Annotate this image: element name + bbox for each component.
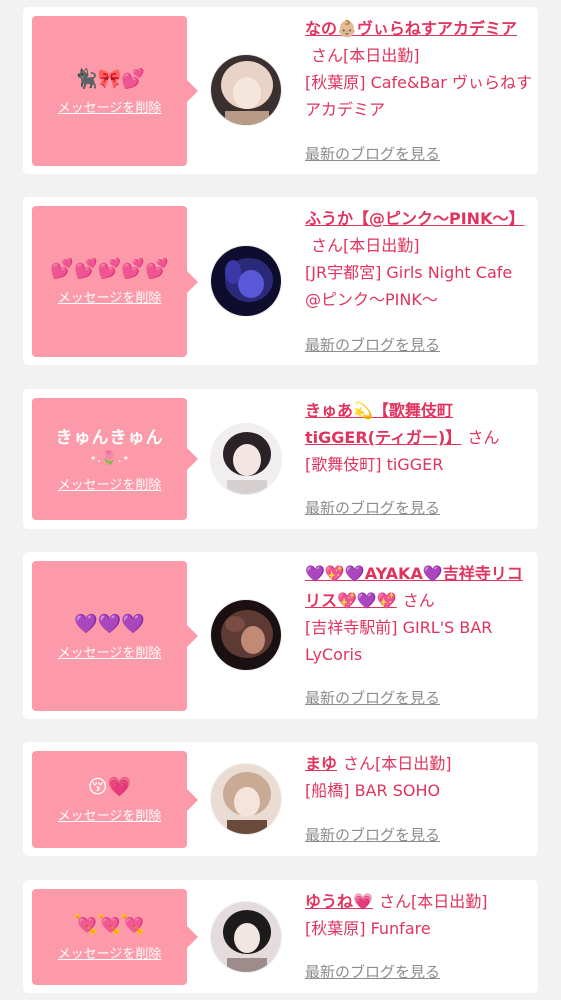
blog-link[interactable]: 最新のブログを見る bbox=[305, 334, 440, 355]
shop-name: [秋葉原] Cafe&Bar ヴぃらねすアカデミア bbox=[305, 73, 532, 119]
message-bubble: 🐈‍⬛🎀💕 メッセージを削除 bbox=[32, 16, 198, 166]
honorific: さん bbox=[378, 892, 411, 911]
blog-link[interactable]: 最新のブログを見る bbox=[305, 143, 440, 164]
avatar[interactable] bbox=[210, 901, 282, 973]
avatar-photo bbox=[211, 902, 281, 972]
message-decoration: ⋆.🌷.⋆ bbox=[89, 450, 130, 466]
blog-link[interactable]: 最新のブログを見る bbox=[305, 824, 440, 845]
honorific: さん bbox=[467, 428, 500, 447]
shop-name: [JR宇都宮] Girls Night Cafe @ピンク〜PINK〜 bbox=[305, 263, 513, 309]
message-text: 💘💘💘 bbox=[74, 913, 145, 936]
avatar[interactable] bbox=[210, 763, 282, 835]
shop-name: [歌舞伎町] tiGGER bbox=[305, 455, 444, 474]
avatar[interactable] bbox=[210, 245, 282, 317]
cast-info: まゆ さん[本日出勤] [船橋] BAR SOHO bbox=[305, 750, 533, 804]
cast-card: 💘💘💘 メッセージを削除 ゆうね💗 さん[本日出勤] [秋葉原] Funfare … bbox=[23, 880, 538, 993]
message-text: 💕💕💕💕💕 bbox=[50, 258, 169, 280]
honorific: さん bbox=[343, 754, 376, 773]
attendance-badge: [本日出勤] bbox=[343, 46, 420, 65]
cast-name-link[interactable]: まゆ bbox=[305, 754, 337, 773]
avatar-photo bbox=[211, 600, 281, 670]
cast-info: 💜💖💜AYAKA💜吉祥寺リコリス💖💜💖 さん [吉祥寺駅前] GIRL'S BAR… bbox=[305, 560, 533, 668]
delete-message-link[interactable]: メッセージを削除 bbox=[58, 805, 162, 824]
message-bubble: 💘💘💘 メッセージを削除 bbox=[32, 889, 198, 985]
avatar[interactable] bbox=[210, 423, 282, 495]
cast-info: ふうか【@ピンク〜PINK〜】さん[本日出勤] [JR宇都宮] Girls Ni… bbox=[305, 205, 533, 313]
favorite-cast-list: 🐈‍⬛🎀💕 メッセージを削除 なの👶🏼ヴぃらねすアカデミアさん[本日出勤] [秋… bbox=[0, 0, 561, 1000]
cast-name-link[interactable]: なの👶🏼ヴぃらねすアカデミア bbox=[305, 19, 517, 38]
attendance-badge: [本日出勤] bbox=[343, 236, 420, 255]
cast-card: 😚💗 メッセージを削除 まゆ さん[本日出勤] [船橋] BAR SOHO 最新の… bbox=[23, 742, 538, 856]
message-bubble: きゅんきゅん ⋆.🌷.⋆ メッセージを削除 bbox=[32, 398, 198, 520]
cast-card: きゅんきゅん ⋆.🌷.⋆ メッセージを削除 きゅあ💫【歌舞伎町tiGGER(ティ… bbox=[23, 389, 538, 529]
delete-message-link[interactable]: メッセージを削除 bbox=[58, 642, 162, 661]
message-bubble: 💜💜💜 メッセージを削除 bbox=[32, 561, 198, 711]
cast-card: 💜💜💜 メッセージを削除 💜💖💜AYAKA💜吉祥寺リコリス💖💜💖 さん [吉祥寺駅… bbox=[23, 552, 538, 719]
avatar[interactable] bbox=[210, 54, 282, 126]
cast-name-link[interactable]: ふうか【@ピンク〜PINK〜】 bbox=[305, 209, 524, 228]
cast-name-link[interactable]: きゅあ💫【歌舞伎町tiGGER(ティガー)】 bbox=[305, 401, 461, 447]
avatar[interactable] bbox=[210, 599, 282, 671]
cast-info: きゅあ💫【歌舞伎町tiGGER(ティガー)】 さん [歌舞伎町] tiGGER bbox=[305, 397, 533, 478]
attendance-badge: [本日出勤] bbox=[410, 892, 488, 911]
avatar-photo bbox=[211, 246, 281, 316]
cast-card: 💕💕💕💕💕 メッセージを削除 ふうか【@ピンク〜PINK〜】さん[本日出勤] [… bbox=[23, 197, 538, 365]
message-text: 🐈‍⬛🎀💕 bbox=[74, 67, 145, 90]
cast-info: ゆうね💗 さん[本日出勤] [秋葉原] Funfare bbox=[305, 888, 533, 942]
cast-name-link[interactable]: ゆうね💗 bbox=[305, 892, 373, 911]
avatar-photo bbox=[211, 424, 281, 494]
avatar-photo bbox=[211, 55, 281, 125]
message-bubble: 😚💗 メッセージを削除 bbox=[32, 751, 198, 848]
shop-name: [船橋] BAR SOHO bbox=[305, 781, 441, 800]
honorific: さん bbox=[311, 236, 344, 255]
honorific: さん bbox=[311, 46, 344, 65]
delete-message-link[interactable]: メッセージを削除 bbox=[58, 943, 162, 962]
delete-message-link[interactable]: メッセージを削除 bbox=[58, 97, 162, 116]
blog-link[interactable]: 最新のブログを見る bbox=[305, 961, 440, 982]
shop-name: [秋葉原] Funfare bbox=[305, 919, 431, 938]
honorific: さん bbox=[402, 591, 435, 610]
message-text: きゅんきゅん bbox=[55, 427, 164, 448]
cast-card: 🐈‍⬛🎀💕 メッセージを削除 なの👶🏼ヴぃらねすアカデミアさん[本日出勤] [秋… bbox=[23, 7, 538, 174]
message-bubble: 💕💕💕💕💕 メッセージを削除 bbox=[32, 206, 198, 357]
blog-link[interactable]: 最新のブログを見る bbox=[305, 687, 440, 708]
message-text: 😚💗 bbox=[87, 776, 132, 798]
delete-message-link[interactable]: メッセージを削除 bbox=[58, 287, 162, 306]
avatar-photo bbox=[211, 764, 281, 834]
shop-name: [吉祥寺駅前] GIRL'S BAR LyCoris bbox=[305, 618, 493, 664]
delete-message-link[interactable]: メッセージを削除 bbox=[58, 474, 162, 493]
blog-link[interactable]: 最新のブログを見る bbox=[305, 497, 440, 518]
cast-info: なの👶🏼ヴぃらねすアカデミアさん[本日出勤] [秋葉原] Cafe&Bar ヴぃ… bbox=[305, 15, 533, 123]
attendance-badge: [本日出勤] bbox=[375, 754, 452, 773]
message-text: 💜💜💜 bbox=[74, 612, 145, 635]
